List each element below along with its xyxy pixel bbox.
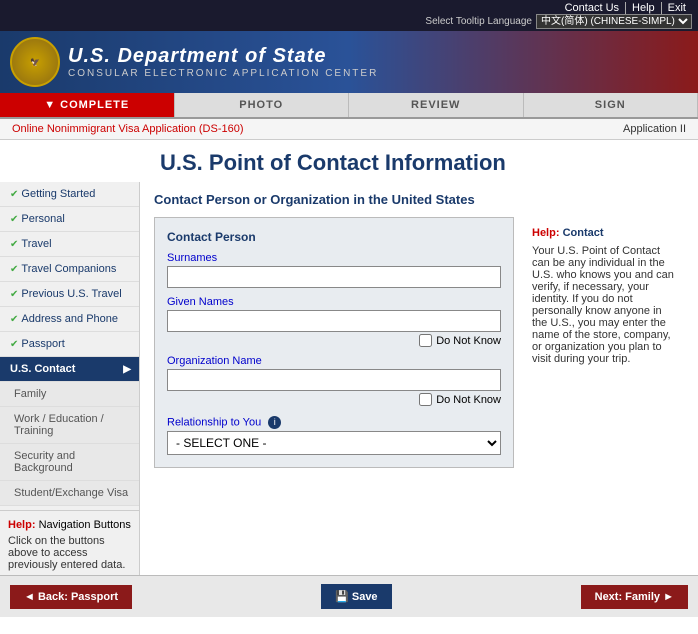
exit-link[interactable]: Exit bbox=[662, 2, 692, 14]
surnames-input[interactable] bbox=[167, 266, 501, 288]
info-icon[interactable]: i bbox=[268, 416, 281, 429]
relationship-label: Relationship to You bbox=[167, 416, 261, 428]
do-not-know-label-1: Do Not Know bbox=[436, 335, 501, 347]
org-name-label: Organization Name bbox=[167, 355, 501, 367]
do-not-know-checkbox-1[interactable] bbox=[419, 334, 432, 347]
dept-name: U.S. Department of State bbox=[68, 45, 378, 68]
do-not-know-label-2: Do Not Know bbox=[436, 394, 501, 406]
help-contact-label: Contact bbox=[563, 227, 604, 239]
top-bar: Contact Us Help Exit Select Tooltip Lang… bbox=[0, 0, 698, 31]
tab-sign[interactable]: SIGN bbox=[524, 93, 698, 117]
tab-review[interactable]: REVIEW bbox=[349, 93, 524, 117]
sidebar-item-work-education[interactable]: Work / Education / Training bbox=[0, 407, 139, 444]
help-panel: Help: Contact Your U.S. Point of Contact… bbox=[524, 217, 684, 478]
given-names-label: Given Names bbox=[167, 296, 501, 308]
sidebar-item-family[interactable]: Family bbox=[0, 382, 139, 407]
do-not-know-checkbox-2[interactable] bbox=[419, 393, 432, 406]
surnames-label: Surnames bbox=[167, 252, 501, 264]
sidebar-item-personal[interactable]: ✔Personal bbox=[0, 207, 139, 232]
contact-person-label: Contact Person bbox=[167, 230, 501, 244]
help-text: Your U.S. Point of Contact can be any in… bbox=[532, 245, 676, 365]
tooltip-lang-label: Select Tooltip Language bbox=[425, 16, 532, 27]
contact-person-form: Contact Person Surnames Given Names Do N… bbox=[154, 217, 514, 468]
app-id: Application II bbox=[623, 123, 686, 135]
org-name-group: Organization Name Do Not Know bbox=[167, 355, 501, 406]
sidebar-item-address-and-phone[interactable]: ✔Address and Phone bbox=[0, 307, 139, 332]
sidebar-item-security-background[interactable]: Security and Background bbox=[0, 444, 139, 481]
sidebar-item-travel[interactable]: ✔Travel bbox=[0, 232, 139, 257]
help-nav: Help: Navigation Buttons Click on the bu… bbox=[0, 510, 139, 575]
relationship-group: Relationship to You i - SELECT ONE - Spo… bbox=[167, 416, 501, 455]
sidebar-item-travel-companions[interactable]: ✔Travel Companions bbox=[0, 257, 139, 282]
nav-tabs: ▼COMPLETE PHOTO REVIEW SIGN bbox=[0, 93, 698, 119]
given-names-group: Given Names Do Not Know bbox=[167, 296, 501, 347]
content-area: Contact Person or Organization in the Un… bbox=[140, 182, 698, 575]
site-header: 🦅 U.S. Department of State CONSULAR ELEC… bbox=[0, 31, 698, 93]
footer-buttons: ◄ Back: Passport 💾 Save Next: Family ► bbox=[0, 575, 698, 617]
surnames-group: Surnames bbox=[167, 252, 501, 288]
sidebar-item-student-exchange[interactable]: Student/Exchange Visa bbox=[0, 481, 139, 506]
main-layout: ✔Getting Started ✔Personal ✔Travel ✔Trav… bbox=[0, 182, 698, 575]
help-label: Help: bbox=[532, 227, 560, 239]
app-title: Online Nonimmigrant Visa Application (DS… bbox=[12, 123, 244, 135]
next-button[interactable]: Next: Family ► bbox=[581, 585, 688, 609]
contact-us-link[interactable]: Contact Us bbox=[559, 2, 626, 14]
sidebar-item-previous-us-travel[interactable]: ✔Previous U.S. Travel bbox=[0, 282, 139, 307]
dept-subtitle: CONSULAR ELECTRONIC APPLICATION CENTER bbox=[68, 68, 378, 79]
help-nav-text: Click on the buttons above to access pre… bbox=[8, 535, 131, 571]
language-select[interactable]: 中文(简体) (CHINESE-SIMPL) bbox=[536, 14, 692, 29]
sidebar-item-us-contact[interactable]: U.S. Contact ▶ bbox=[0, 357, 139, 382]
tab-complete[interactable]: ▼COMPLETE bbox=[0, 93, 175, 117]
section-title: Contact Person or Organization in the Un… bbox=[154, 192, 684, 207]
given-names-input[interactable] bbox=[167, 310, 501, 332]
us-seal: 🦅 bbox=[10, 37, 60, 87]
tab-photo[interactable]: PHOTO bbox=[175, 93, 350, 117]
page-title: U.S. Point of Contact Information bbox=[0, 140, 698, 182]
relationship-select[interactable]: - SELECT ONE - Spouse Child Parent Sibli… bbox=[167, 431, 501, 455]
save-button[interactable]: 💾 Save bbox=[321, 584, 391, 609]
help-link[interactable]: Help bbox=[626, 2, 662, 14]
sidebar-item-getting-started[interactable]: ✔Getting Started bbox=[0, 182, 139, 207]
org-name-input[interactable] bbox=[167, 369, 501, 391]
sidebar-item-passport[interactable]: ✔Passport bbox=[0, 332, 139, 357]
sidebar: ✔Getting Started ✔Personal ✔Travel ✔Trav… bbox=[0, 182, 140, 575]
back-button[interactable]: ◄ Back: Passport bbox=[10, 585, 132, 609]
app-title-bar: Online Nonimmigrant Visa Application (DS… bbox=[0, 119, 698, 140]
